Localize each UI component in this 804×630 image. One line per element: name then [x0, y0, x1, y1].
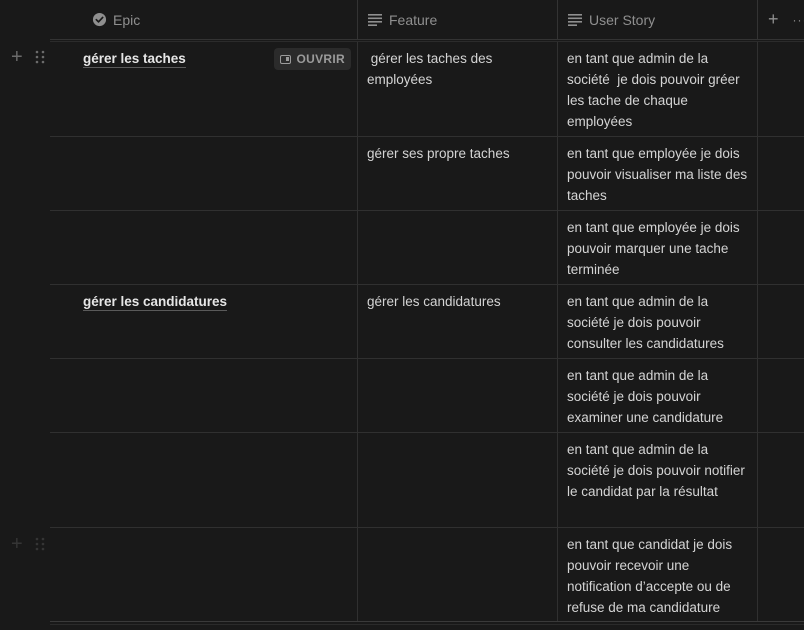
empty-cell[interactable]: [758, 42, 804, 136]
status-check-icon: [91, 12, 107, 28]
feature-cell[interactable]: gérer les taches des employées: [358, 42, 558, 136]
feature-cell[interactable]: [358, 433, 558, 527]
user-story-cell[interactable]: en tant que candidat je dois pouvoir rec…: [558, 528, 758, 621]
feature-cell[interactable]: [358, 211, 558, 284]
add-row-icon[interactable]: +: [11, 47, 23, 67]
epic-cell[interactable]: [50, 137, 358, 210]
feature-cell[interactable]: gérer ses propre taches: [358, 137, 558, 210]
table-row[interactable]: en tant que admin de la société je dois …: [50, 359, 804, 433]
user-story-cell[interactable]: en tant que admin de la société je dois …: [558, 42, 758, 136]
text-lines-icon: [567, 12, 583, 28]
text-lines-icon: [367, 12, 383, 28]
table-header: Epic Feature User Story + ···: [50, 0, 804, 42]
column-header-epic[interactable]: Epic: [50, 0, 358, 39]
open-button[interactable]: OUVRIR: [273, 48, 351, 70]
epic-cell[interactable]: [50, 359, 358, 432]
column-header-label: Epic: [113, 11, 141, 28]
epic-cell[interactable]: gérer les taches OUVRIR: [50, 42, 358, 136]
row-gutter-1: +: [0, 42, 50, 72]
column-header-feature[interactable]: Feature: [358, 0, 558, 39]
table-row[interactable]: gérer les taches OUVRIR gérer les taches…: [50, 42, 804, 137]
epic-title[interactable]: gérer les taches: [83, 50, 186, 68]
user-story-cell[interactable]: en tant que admin de la société je dois …: [558, 285, 758, 358]
empty-cell[interactable]: [758, 433, 804, 527]
empty-cell[interactable]: [758, 285, 804, 358]
open-side-peek-icon: [279, 54, 291, 64]
user-story-cell[interactable]: en tant que admin de la société je dois …: [558, 433, 758, 527]
empty-cell[interactable]: [758, 359, 804, 432]
epic-cell[interactable]: [50, 528, 358, 621]
epic-cell[interactable]: [50, 211, 358, 284]
column-header-label: Feature: [389, 11, 438, 28]
row-gutter-7: +: [0, 529, 50, 559]
user-story-cell[interactable]: en tant que admin de la société je dois …: [558, 359, 758, 432]
database-table: Epic Feature User Story + ··· gérer les …: [50, 0, 804, 621]
table-bottom-border: [50, 624, 804, 625]
column-header-label: User Story: [589, 11, 656, 28]
empty-cell[interactable]: [758, 211, 804, 284]
plus-icon: +: [768, 9, 779, 29]
open-button-label: OUVRIR: [296, 51, 345, 66]
epic-cell[interactable]: gérer les candidatures: [50, 285, 358, 358]
empty-cell[interactable]: [758, 528, 804, 621]
user-story-cell[interactable]: en tant que employée je dois pouvoir vis…: [558, 137, 758, 210]
feature-cell[interactable]: [358, 359, 558, 432]
add-row-icon[interactable]: +: [11, 534, 23, 554]
table-row[interactable]: en tant que employée je dois pouvoir mar…: [50, 211, 804, 285]
feature-cell[interactable]: [358, 528, 558, 621]
table-row[interactable]: gérer les candidatures gérer les candida…: [50, 285, 804, 359]
table-row[interactable]: en tant que admin de la société je dois …: [50, 433, 804, 528]
column-header-user-story[interactable]: User Story: [558, 0, 758, 39]
epic-title[interactable]: gérer les candidatures: [83, 293, 228, 311]
drag-handle-icon[interactable]: [35, 50, 45, 64]
drag-handle-icon[interactable]: [35, 537, 45, 551]
table-bottom-border: [50, 621, 804, 622]
more-icon[interactable]: ···: [793, 13, 804, 27]
table-row[interactable]: gérer ses propre taches en tant que empl…: [50, 137, 804, 211]
feature-cell[interactable]: gérer les candidatures: [358, 285, 558, 358]
epic-cell[interactable]: [50, 433, 358, 527]
table-row[interactable]: en tant que candidat je dois pouvoir rec…: [50, 528, 804, 621]
user-story-cell[interactable]: en tant que employée je dois pouvoir mar…: [558, 211, 758, 284]
add-column-button[interactable]: + ···: [758, 0, 804, 39]
empty-cell[interactable]: [758, 137, 804, 210]
